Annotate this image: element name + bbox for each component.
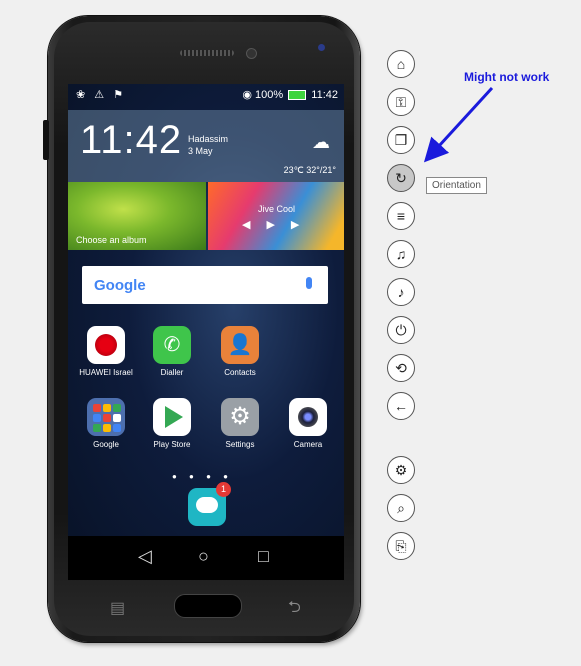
app-play-store[interactable]: Play Store [142, 398, 202, 449]
music-tile[interactable]: Jive Cool ◀▶▶ [208, 182, 344, 250]
lock-button[interactable]: ⚿ [387, 88, 415, 116]
music-controls[interactable]: ◀▶▶ [242, 218, 315, 231]
phone-screen[interactable]: ❀ ⚠ ⚑ ◉ 100% 11:42 11:42 Hadassim 3 May … [68, 84, 344, 580]
proximity-sensor [318, 44, 325, 51]
music-label: Jive Cool [258, 204, 296, 214]
app-label: Camera [293, 440, 323, 449]
notification-icons: ❀ ⚠ ⚑ [76, 89, 127, 101]
status-right: ◉ 100% 11:42 [242, 88, 338, 101]
google-logo: Google [94, 277, 146, 294]
play-store-icon [153, 398, 191, 436]
huawei-icon [87, 326, 125, 364]
app-google-folder[interactable]: Google [76, 398, 136, 449]
app-label: HUAWEI Israel [79, 368, 133, 377]
settings-button[interactable]: ⚙ [387, 456, 415, 484]
clock-weather-widget[interactable]: 11:42 Hadassim 3 May ☁ 23℃ 32°/21° [68, 110, 344, 182]
status-time: 11:42 [311, 89, 338, 101]
app-label: Play Store [153, 440, 191, 449]
google-folder-icon [87, 398, 125, 436]
hardware-menu-key[interactable]: ▤ [110, 598, 125, 618]
contacts-icon: 👤 [221, 326, 259, 364]
front-camera [246, 48, 257, 59]
app-dialler[interactable]: ✆ Dialler [142, 326, 202, 377]
earpiece-speaker [180, 50, 234, 56]
tooltip: Orientation [426, 177, 487, 194]
camera-icon [289, 398, 327, 436]
app-contacts[interactable]: 👤 Contacts [210, 326, 270, 377]
mic-icon[interactable] [306, 277, 312, 289]
wifi-icon: ◉ [242, 89, 252, 101]
clock-city: Hadassim [188, 134, 229, 144]
nav-home-button[interactable]: ○ [198, 546, 209, 567]
clock-time: 11:42 [80, 118, 183, 162]
copy-button[interactable]: ❐ [387, 126, 415, 154]
clock-date: 3 May [188, 146, 213, 156]
exit-button[interactable]: ⎘ [387, 532, 415, 560]
back-button[interactable]: ← [387, 392, 415, 420]
volume-up-button[interactable]: ♫ [387, 240, 415, 268]
home-button[interactable]: ⌂ [387, 50, 415, 78]
app-label: Settings [225, 440, 255, 449]
power-button[interactable]: ⏻ [387, 316, 415, 344]
nav-recents-button[interactable]: □ [258, 546, 269, 567]
side-volume-key [43, 120, 49, 160]
phone-icon: ✆ [153, 326, 191, 364]
settings-gear-icon: ⚙ [221, 398, 259, 436]
message-bubble-icon [196, 497, 218, 513]
app-settings[interactable]: ⚙ Settings [210, 398, 270, 449]
album-tile[interactable]: Choose an album [68, 182, 206, 250]
nav-bar: ◁ ○ □ [68, 536, 344, 580]
status-bar: ❀ ⚠ ⚑ ◉ 100% 11:42 [68, 84, 344, 106]
app-huawei[interactable]: HUAWEI Israel [76, 326, 136, 377]
app-camera[interactable]: Camera [278, 398, 338, 449]
battery-icon [288, 90, 307, 101]
notification-badge: 1 [216, 482, 231, 497]
google-search-bar[interactable]: Google [82, 266, 328, 304]
battery-percent: 100% [255, 89, 284, 101]
menu-button[interactable]: ≡ [387, 202, 415, 230]
page-indicator: ● ● ● ● [172, 472, 233, 481]
app-label: Dialler [160, 368, 184, 377]
hardware-home-key[interactable] [174, 594, 242, 618]
zoom-button[interactable]: ⌕ [387, 494, 415, 522]
nav-back-button[interactable]: ◁ [138, 546, 152, 567]
orientation-button[interactable]: ↻ [387, 164, 415, 192]
temperature: 23℃ 32°/21° [283, 165, 336, 175]
annotation-arrow [423, 86, 494, 163]
hardware-back-key[interactable]: ⮌ [288, 596, 301, 623]
cloud-icon: ☁ [312, 132, 330, 152]
app-label: Google [93, 440, 119, 449]
volume-down-button[interactable]: ♪ [387, 278, 415, 306]
rotate-button[interactable]: ⟲ [387, 354, 415, 382]
album-label: Choose an album [76, 235, 147, 245]
app-label: Contacts [224, 368, 256, 377]
